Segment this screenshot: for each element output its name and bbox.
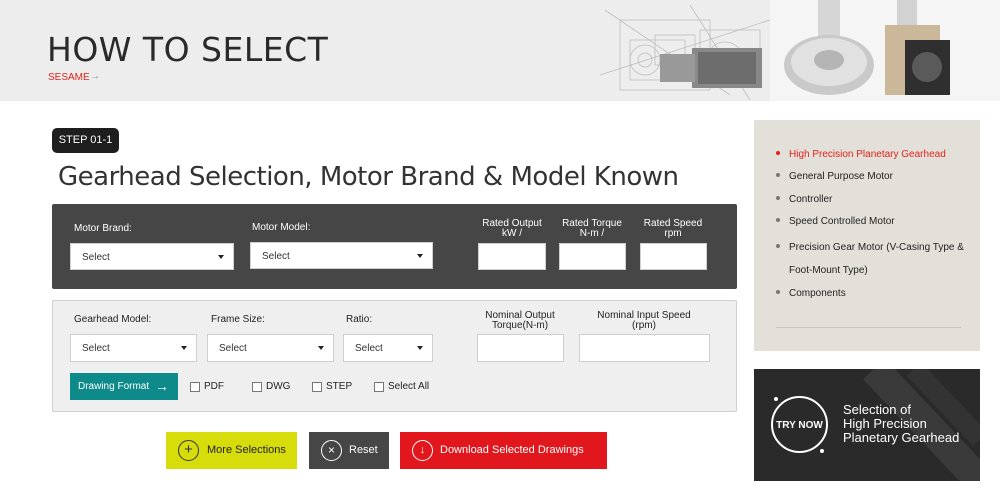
rated-torque-input[interactable] [559, 243, 626, 270]
nominal-torque-input[interactable] [477, 334, 564, 362]
breadcrumb[interactable]: SESAME [48, 72, 90, 83]
promo-line: Planetary Gearhead [843, 430, 960, 445]
try-now-promo[interactable]: TRY NOW Selection of High Precision Plan… [754, 369, 980, 481]
category-label: Foot-Mount Type) [789, 265, 868, 276]
category-label: Precision Gear Motor (V-Casing Type & [789, 242, 964, 253]
promo-line: High Precision [843, 416, 927, 431]
chevron-down-icon [318, 346, 324, 350]
category-label: Speed Controlled Motor [789, 216, 895, 227]
frame-size-value: Select [219, 343, 247, 354]
header-banner: HOW TO SELECT SESAME → [0, 0, 1000, 101]
promo-description: Selection of High Precision Planetary Ge… [843, 403, 959, 445]
chevron-down-icon [417, 346, 423, 350]
motor-brand-label: Motor Brand: [74, 223, 132, 234]
checkbox-pdf[interactable]: PDF [190, 381, 224, 392]
checkbox-icon [312, 381, 322, 392]
step-badge: STEP 01-1 [52, 128, 119, 153]
rated-output-input[interactable] [478, 243, 546, 270]
ratio-value: Select [355, 343, 383, 354]
checkbox-step[interactable]: STEP [312, 381, 352, 392]
checkbox-icon [252, 381, 262, 392]
nominal-speed-input[interactable] [579, 334, 710, 362]
page-heading: HOW TO SELECT [47, 30, 329, 69]
bullet-icon [776, 173, 780, 178]
bullet-icon [776, 244, 780, 249]
category-item[interactable]: High Precision Planetary Gearhead [776, 144, 946, 166]
motor-brand-select[interactable]: Select [70, 243, 234, 270]
motor-model-select[interactable]: Select [250, 242, 433, 269]
category-label: Components [789, 288, 846, 299]
checkbox-icon [190, 381, 200, 392]
checkbox-label: DWG [266, 381, 291, 392]
bullet-icon [776, 151, 780, 156]
breadcrumb-arrow-icon: → [90, 71, 100, 82]
drawing-format-label: Drawing Format [78, 381, 150, 392]
drawing-format-button[interactable]: Drawing Format → [70, 373, 178, 400]
arrow-right-icon: → [155, 378, 169, 394]
category-item[interactable]: Components [776, 283, 846, 305]
more-selections-label: More Selections [207, 444, 286, 456]
category-label: Controller [789, 194, 833, 205]
checkbox-label: STEP [326, 381, 353, 392]
ratio-select[interactable]: Select [343, 334, 433, 362]
bullet-icon [776, 218, 780, 223]
bullet-icon [776, 196, 780, 201]
frame-size-label: Frame Size: [211, 314, 265, 325]
motor-brand-value: Select [82, 252, 110, 263]
motor-model-label: Motor Model: [252, 222, 311, 233]
chevron-down-icon [181, 346, 187, 350]
download-label: Download Selected Drawings [440, 444, 584, 456]
section-title: Gearhead Selection, Motor Brand & Model … [58, 162, 679, 192]
rated-output-label: Rated Output kW / [482, 218, 542, 239]
category-item[interactable]: Speed Controlled Motor [776, 211, 895, 233]
rated-speed-input[interactable] [640, 243, 707, 270]
product-illustration [600, 0, 1000, 101]
checkbox-icon [374, 381, 384, 392]
gearhead-model-label: Gearhead Model: [74, 314, 152, 325]
category-label: High Precision Planetary Gearhead [789, 149, 946, 160]
frame-size-select[interactable]: Select [207, 334, 334, 362]
chevron-down-icon [218, 254, 224, 259]
category-item-continued[interactable]: Foot-Mount Type) [789, 260, 868, 282]
download-icon: ↓ [412, 440, 433, 461]
nominal-torque-label: Nominal Output Torque(N-m) [485, 310, 555, 331]
close-icon: × [321, 440, 342, 461]
category-divider [776, 327, 961, 328]
nominal-speed-label: Nominal Input Speed (rpm) [597, 310, 691, 331]
promo-line: Selection of [843, 402, 911, 417]
category-label: General Purpose Motor [789, 171, 893, 182]
reset-button[interactable]: × Reset [309, 432, 389, 469]
checkbox-label: Select All [388, 381, 430, 392]
bullet-icon [776, 290, 780, 295]
gearhead-model-value: Select [82, 343, 110, 354]
rated-torque-label: Rated Torque N-m / [562, 218, 622, 239]
rated-speed-label: Rated Speed rpm [643, 218, 703, 239]
try-now-label: TRY NOW [776, 420, 823, 431]
category-item[interactable]: Controller [776, 189, 832, 211]
plus-icon: + [178, 440, 199, 461]
more-selections-button[interactable]: + More Selections [166, 432, 297, 469]
category-item[interactable]: Precision Gear Motor (V-Casing Type & [776, 237, 964, 259]
reset-label: Reset [349, 444, 378, 456]
checkbox-dwg[interactable]: DWG [252, 381, 290, 392]
ratio-label: Ratio: [346, 314, 373, 325]
chevron-down-icon [417, 253, 423, 258]
checkbox-select-all[interactable]: Select All [374, 381, 429, 392]
checkbox-label: PDF [204, 381, 224, 392]
gearhead-model-select[interactable]: Select [70, 334, 197, 362]
motor-model-value: Select [262, 251, 290, 262]
category-item[interactable]: General Purpose Motor [776, 166, 893, 188]
download-drawings-button[interactable]: ↓ Download Selected Drawings [400, 432, 607, 469]
product-category-list: High Precision Planetary Gearhead Genera… [754, 120, 980, 351]
